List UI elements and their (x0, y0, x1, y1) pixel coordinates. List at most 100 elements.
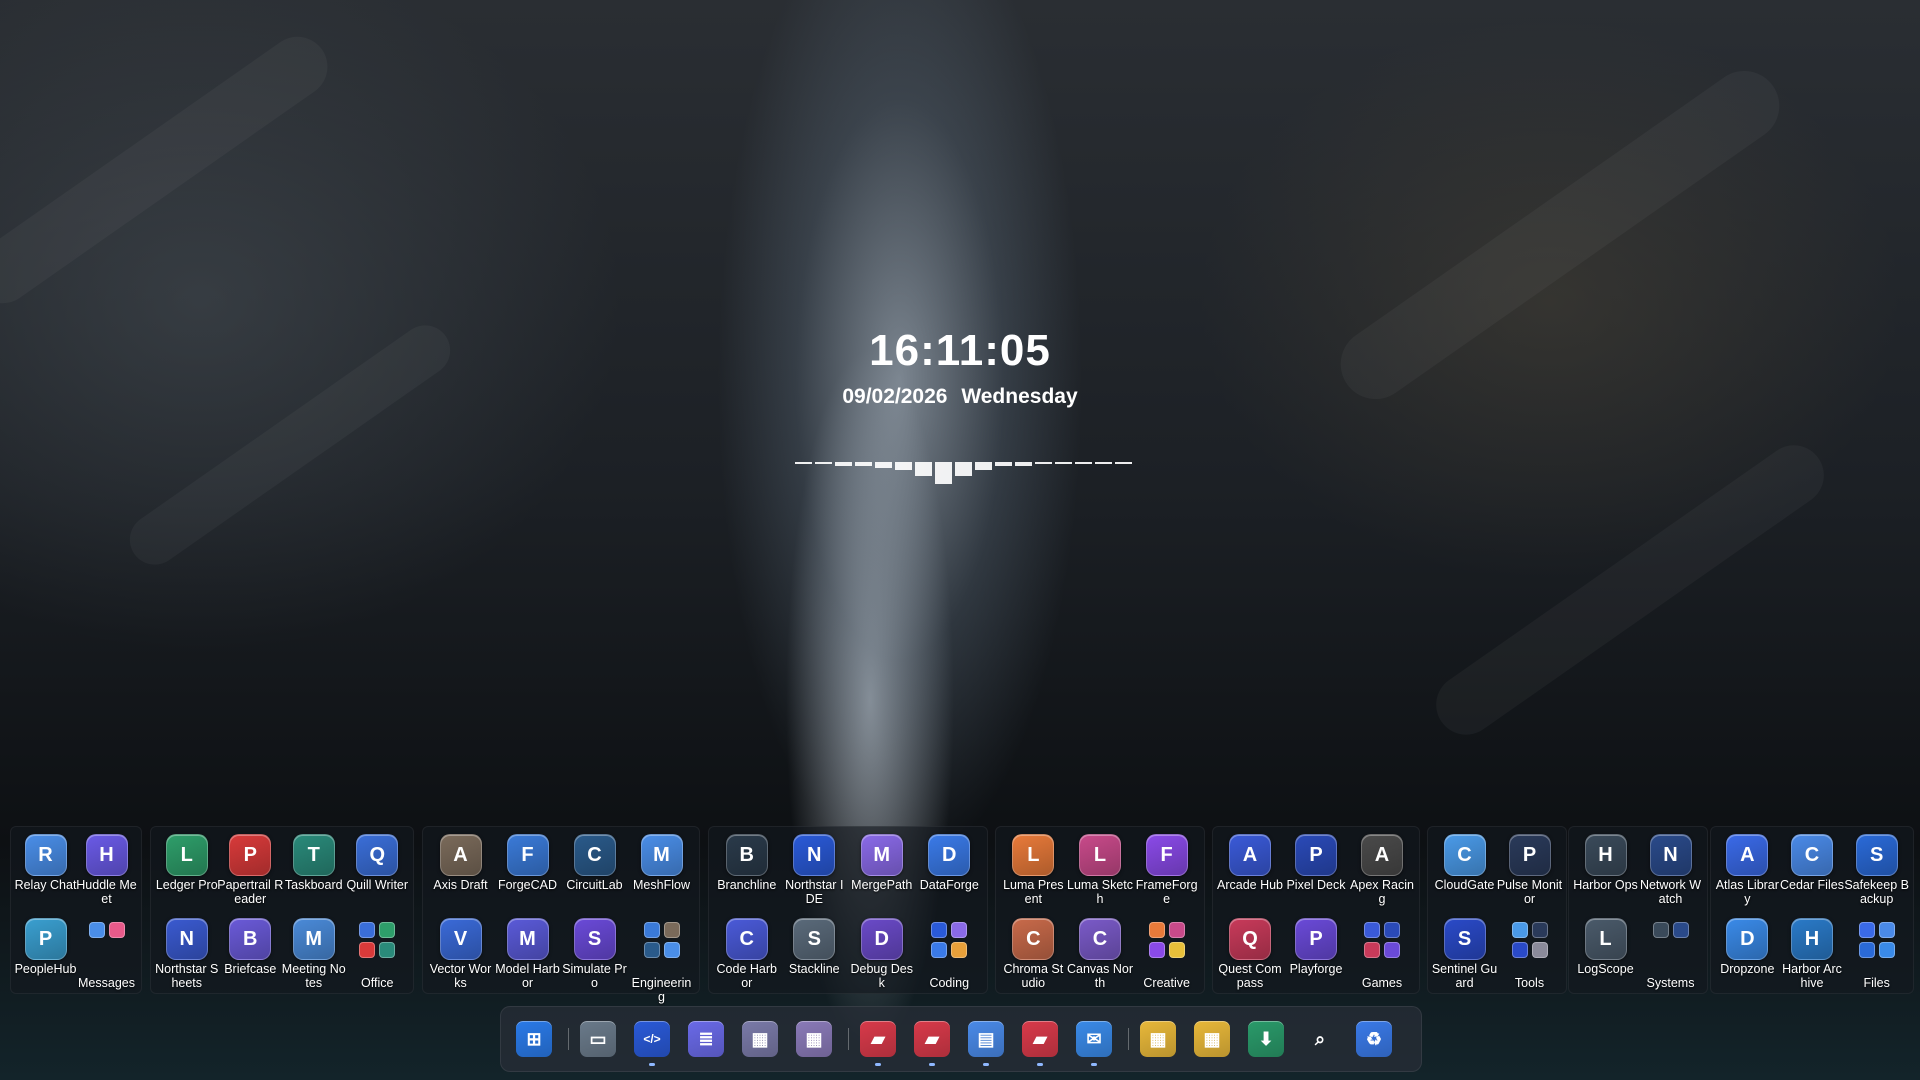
app-label: Cedar Files (1780, 878, 1844, 892)
app-axis-draft[interactable]: A Axis Draft (428, 830, 494, 912)
downloads-button[interactable]: ⬇ (1244, 1017, 1288, 1061)
archive-app-button[interactable]: ▭ (576, 1017, 620, 1061)
red-folder-3-button[interactable]: ▰ (1018, 1017, 1062, 1066)
app-canvas-north[interactable]: C Canvas North (1067, 914, 1133, 996)
red-folder-2-button[interactable]: ▰ (910, 1017, 954, 1066)
app-peoplehub[interactable]: P PeopleHub (13, 914, 79, 996)
cube-icon: F (506, 834, 549, 876)
recycle-bin-icon: ♻ (1356, 1021, 1392, 1057)
app-label: Pixel Deck (1286, 878, 1346, 892)
notes-app-button[interactable]: ≣ (684, 1017, 728, 1061)
mail-button[interactable]: ✉ (1072, 1017, 1116, 1066)
app-huddle-meet[interactable]: H Huddle Meet (74, 830, 140, 912)
code-editor-button[interactable]: </> (630, 1017, 674, 1066)
app-simulate-pro[interactable]: S Simulate Pro (562, 914, 628, 996)
app-taskboard[interactable]: T Taskboard (281, 830, 347, 912)
folder-coding[interactable]: Coding (916, 914, 982, 996)
app-meeting-notes[interactable]: M Meeting Notes (281, 914, 347, 996)
app-pixel-deck[interactable]: P Pixel Deck (1283, 830, 1349, 912)
recycle-bin-button[interactable]: ♻ (1352, 1017, 1396, 1061)
folder-office[interactable]: Office (344, 914, 410, 996)
app-sentinel-guard[interactable]: S Sentinel Guard (1432, 914, 1498, 996)
app-cloudgate[interactable]: C CloudGate (1432, 830, 1498, 912)
folder-app-icon (1858, 922, 1875, 938)
app-luma-sketch[interactable]: L Luma Sketch (1067, 830, 1133, 912)
app-grid-button[interactable]: ▦ (792, 1017, 836, 1061)
app-atlas-library[interactable]: A Atlas Library (1714, 830, 1780, 912)
app-label: CloudGate (1434, 878, 1495, 892)
calendar-button[interactable]: ▤ (964, 1017, 1008, 1066)
app-meshflow[interactable]: M MeshFlow (629, 830, 695, 912)
app-luma-present[interactable]: L Luma Present (1000, 830, 1066, 912)
code-editor-icon: </> (634, 1021, 670, 1057)
app-relay-chat[interactable]: R Relay Chat (13, 830, 79, 912)
app-harbor-archive[interactable]: H Harbor Archive (1779, 914, 1845, 996)
simulate-icon: S (573, 918, 616, 960)
app-papertrail-reader[interactable]: P Papertrail Reader (217, 830, 283, 912)
app-label: Code Harbor (716, 962, 777, 990)
app-branchline[interactable]: B Branchline (714, 830, 780, 912)
running-indicator (649, 1063, 655, 1066)
app-label: Model Harbor (495, 962, 560, 990)
search-button[interactable]: ⌕ (1298, 1017, 1342, 1061)
backup-icon: S (1855, 834, 1898, 876)
folder-app-icon (88, 922, 105, 938)
app-vector-works[interactable]: V Vector Works (428, 914, 494, 996)
shortcut-folder-button[interactable]: ▦ (1190, 1017, 1234, 1061)
app-safekeep-backup[interactable]: S Safekeep Backup (1844, 830, 1910, 912)
app-apex-racing[interactable]: A Apex Racing (1349, 830, 1415, 912)
app-quest-compass[interactable]: Q Quest Compass (1217, 914, 1283, 996)
app-forgecad[interactable]: F ForgeCAD (495, 830, 561, 912)
quest-icon: Q (1229, 918, 1271, 960)
app-network-watch[interactable]: N Network Watch (1638, 830, 1704, 912)
app-arcade-hub[interactable]: A Arcade Hub (1217, 830, 1283, 912)
pulse-icon: P (1508, 834, 1551, 876)
app-code-harbor[interactable]: C Code Harbor (714, 914, 780, 996)
folder-creative[interactable]: Creative (1134, 914, 1200, 996)
app-model-harbor[interactable]: M Model Harbor (495, 914, 561, 996)
folder-games[interactable]: Games (1349, 914, 1415, 996)
app-dropzone[interactable]: D Dropzone (1714, 914, 1780, 996)
app-pulse-monitor[interactable]: P Pulse Monitor (1497, 830, 1563, 912)
folder-app-icon (643, 922, 660, 938)
app-label: Luma Sketch (1067, 878, 1134, 906)
folder-app-icon (1858, 942, 1875, 958)
app-quill-writer[interactable]: Q Quill Writer (344, 830, 410, 912)
folder-messages[interactable]: Messages (74, 914, 140, 996)
app-group-office-left: R Relay Chat H Huddle Meet P PeopleHub Message… (10, 826, 142, 994)
app-debug-desk[interactable]: D Debug Desk (849, 914, 915, 996)
folder-app-icon (1652, 922, 1669, 938)
app-mergepath[interactable]: M MergePath (849, 830, 915, 912)
widgets-button[interactable]: ▦ (738, 1017, 782, 1061)
app-circuitlab[interactable]: C CircuitLab (562, 830, 628, 912)
folder-app-icon (379, 942, 396, 958)
folder-engineering[interactable]: Engineering (629, 914, 695, 1004)
start-button-button[interactable]: ⊞ (512, 1017, 556, 1061)
app-harbor-ops[interactable]: H Harbor Ops (1573, 830, 1639, 912)
running-indicator (929, 1063, 935, 1066)
folder-tools[interactable]: Tools (1497, 914, 1563, 996)
audio-bar (955, 462, 972, 476)
file-explorer-button[interactable]: ▦ (1136, 1017, 1180, 1061)
app-ledger-pro[interactable]: L Ledger Pro (154, 830, 220, 912)
app-stackline[interactable]: S Stackline (781, 914, 847, 996)
app-northstar-ide[interactable]: N Northstar IDE (781, 830, 847, 912)
app-label: Messages (78, 976, 135, 990)
app-frameforge[interactable]: F FrameForge (1134, 830, 1200, 912)
app-dataforge[interactable]: D DataForge (916, 830, 982, 912)
archive-app-icon: ▭ (580, 1021, 616, 1057)
app-cedar-files[interactable]: C Cedar Files (1779, 830, 1845, 912)
app-logscope[interactable]: L LogScope (1573, 914, 1639, 996)
folder-app-icon (1168, 942, 1185, 958)
app-briefcase[interactable]: B Briefcase (217, 914, 283, 996)
app-label: Meeting Notes (281, 962, 346, 990)
folder-app-icon (1531, 922, 1548, 938)
app-chroma-studio[interactable]: C Chroma Studio (1000, 914, 1066, 996)
app-northstar-sheets[interactable]: N Northstar Sheets (154, 914, 220, 996)
folder-files[interactable]: Files (1844, 914, 1910, 996)
debug-icon: D (860, 918, 903, 960)
taskbar-separator (568, 1028, 569, 1050)
app-playforge[interactable]: P Playforge (1283, 914, 1349, 996)
red-folder-button[interactable]: ▰ (856, 1017, 900, 1066)
folder-systems[interactable]: Systems (1638, 914, 1704, 996)
